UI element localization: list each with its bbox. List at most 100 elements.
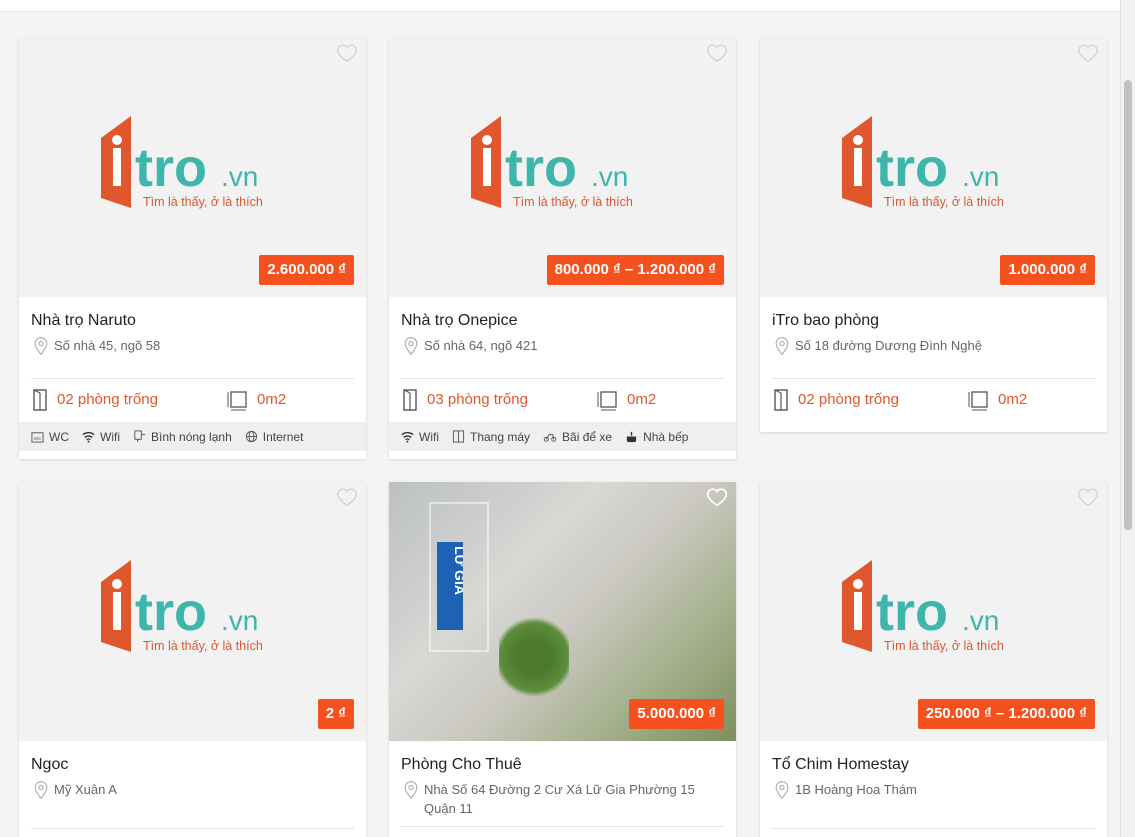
logo-vn-text: .vn xyxy=(962,161,999,192)
tree xyxy=(499,612,569,702)
address-text: Số nhà 64, ngõ 421 xyxy=(424,338,538,353)
listing-stats: 02 phòng trống 0m2 xyxy=(772,378,1095,422)
amenity-label: Wifi xyxy=(100,429,120,444)
heart-icon[interactable] xyxy=(1077,486,1099,508)
heart-icon[interactable] xyxy=(336,486,358,508)
room-area: 0m2 xyxy=(968,389,1027,411)
itro-logo: tro .vn Tìm là thấy, ở là thích xyxy=(834,108,1034,228)
listing-card[interactable]: tro .vn Tìm là thấy, ở là thích 2.600.00… xyxy=(19,38,366,459)
logo-tro-text: tro xyxy=(876,582,948,642)
logo-tagline: Tìm là thấy, ở là thích xyxy=(513,195,633,209)
listing-stats: 03 phòng trống 0m2 xyxy=(401,378,724,422)
heart-icon[interactable] xyxy=(706,486,728,508)
kitchen-icon xyxy=(626,431,637,443)
logo-vn-text: .vn xyxy=(962,605,999,636)
listing-address: 1B Hoàng Hoa Thám xyxy=(772,780,1095,800)
room-area: 0m2 xyxy=(597,389,656,411)
address-text: 1B Hoàng Hoa Thám xyxy=(795,782,917,797)
itro-logo: tro .vn Tìm là thấy, ở là thích xyxy=(463,108,663,228)
wifi-icon xyxy=(82,431,95,443)
area-icon xyxy=(968,390,988,410)
scrollbar-thumb[interactable] xyxy=(1124,80,1132,530)
amenity-label: Nhà bếp xyxy=(643,429,689,444)
listing-image[interactable]: tro .vn Tìm là thấy, ở là thích 2 ₫ xyxy=(19,482,366,741)
amenity-item: WC WC xyxy=(31,430,69,444)
itro-logo: tro .vn Tìm là thấy, ở là thích xyxy=(93,108,293,228)
scrollbar[interactable] xyxy=(1120,0,1135,837)
door-icon xyxy=(403,388,417,411)
address-text: Số nhà 45, ngõ 58 xyxy=(54,338,161,353)
listing-title[interactable]: Ngoc xyxy=(31,754,354,776)
price-badge: 250.000 ₫ – 1.200.000 ₫ xyxy=(917,699,1095,729)
listing-stats xyxy=(401,826,724,837)
amenity-item: Thang máy xyxy=(452,430,530,444)
listing-card[interactable]: LỮ GIA 5.000.000 ₫ Phòng Cho Thuê Nhà Số… xyxy=(389,482,736,837)
logo-tro-text: tro xyxy=(505,138,577,198)
listing-card[interactable]: tro .vn Tìm là thấy, ở là thích 800.000 … xyxy=(389,38,736,459)
listing-stats xyxy=(31,828,354,837)
wc-icon: WC xyxy=(31,432,44,443)
rooms-available: 02 phòng trống xyxy=(31,388,227,411)
listing-title[interactable]: iTro bao phòng xyxy=(772,310,1095,332)
amenity-item: Internet xyxy=(245,429,304,444)
listing-title[interactable]: Nhà trọ Naruto xyxy=(31,310,354,332)
amenity-label: Bình nóng lạnh xyxy=(151,429,232,444)
heart-icon[interactable] xyxy=(336,42,358,64)
logo-tro-text: tro xyxy=(135,582,207,642)
amenity-item: Bình nóng lạnh xyxy=(133,430,232,444)
elevator-icon xyxy=(452,430,465,443)
logo-tagline: Tìm là thấy, ở là thích xyxy=(143,639,263,653)
amenities-bar: Wifi Thang máy Bãi để xe Nhà bếp xyxy=(389,422,736,451)
sign-text: LỮ GIA xyxy=(452,546,463,595)
sign-board: LỮ GIA xyxy=(437,542,469,630)
amenity-label: Bãi để xe xyxy=(562,429,613,444)
rooms-text: 03 phòng trống xyxy=(427,391,528,408)
logo-vn-text: .vn xyxy=(221,161,258,192)
listing-stats xyxy=(772,828,1095,837)
logo-tagline: Tìm là thấy, ở là thích xyxy=(884,195,1004,209)
parking-icon xyxy=(543,434,557,442)
listing-card[interactable]: tro .vn Tìm là thấy, ở là thích 2 ₫ Ngoc… xyxy=(19,482,366,837)
logo-tro-text: tro xyxy=(135,138,207,198)
listing-card[interactable]: tro .vn Tìm là thấy, ở là thích 250.000 … xyxy=(760,482,1107,837)
listing-image[interactable]: tro .vn Tìm là thấy, ở là thích 2.600.00… xyxy=(19,38,366,297)
listing-title[interactable]: Tổ Chim Homestay xyxy=(772,754,1095,776)
location-pin-icon xyxy=(775,337,789,356)
door-icon xyxy=(774,388,788,411)
listing-image[interactable]: tro .vn Tìm là thấy, ở là thích 800.000 … xyxy=(389,38,736,297)
logo-tro-text: tro xyxy=(876,138,948,198)
listing-title[interactable]: Phòng Cho Thuê xyxy=(401,754,724,776)
water-heater-icon xyxy=(134,430,146,443)
top-bar xyxy=(0,0,1120,12)
amenity-item: Wifi xyxy=(82,430,120,444)
price-badge: 5.000.000 ₫ xyxy=(629,699,724,729)
room-area: 0m2 xyxy=(227,389,286,411)
listing-address: Nhà Số 64 Đường 2 Cư Xá Lữ Gia Phường 15… xyxy=(401,780,724,818)
rooms-text: 02 phòng trống xyxy=(798,391,899,408)
listing-image[interactable]: tro .vn Tìm là thấy, ở là thích 250.000 … xyxy=(760,482,1107,741)
heart-icon[interactable] xyxy=(706,42,728,64)
internet-icon xyxy=(245,430,257,443)
listing-photo[interactable]: LỮ GIA 5.000.000 ₫ xyxy=(389,482,736,741)
area-text: 0m2 xyxy=(257,391,287,408)
heart-icon[interactable] xyxy=(1077,42,1099,64)
amenity-label: Internet xyxy=(262,429,304,444)
listing-title[interactable]: Nhà trọ Onepice xyxy=(401,310,724,332)
logo-tagline: Tìm là thấy, ở là thích xyxy=(143,195,263,209)
area-icon xyxy=(597,390,617,410)
logo-vn-text: .vn xyxy=(591,161,628,192)
rooms-available: 02 phòng trống xyxy=(772,388,968,411)
listing-card[interactable]: tro .vn Tìm là thấy, ở là thích 1.000.00… xyxy=(760,38,1107,432)
address-text: Mỹ Xuân A xyxy=(54,782,117,797)
svg-text:WC: WC xyxy=(34,436,42,441)
location-pin-icon xyxy=(775,781,789,800)
listing-stats: 02 phòng trống 0m2 xyxy=(31,378,354,422)
listing-address: Mỹ Xuân A xyxy=(31,780,354,800)
area-icon xyxy=(227,390,247,410)
location-pin-icon xyxy=(404,337,418,356)
amenity-label: Thang máy xyxy=(470,429,531,444)
listing-image[interactable]: tro .vn Tìm là thấy, ở là thích 1.000.00… xyxy=(760,38,1107,297)
amenity-item: Bãi để xe xyxy=(543,430,612,444)
amenity-item: Nhà bếp xyxy=(625,430,688,444)
door-icon xyxy=(33,388,47,411)
